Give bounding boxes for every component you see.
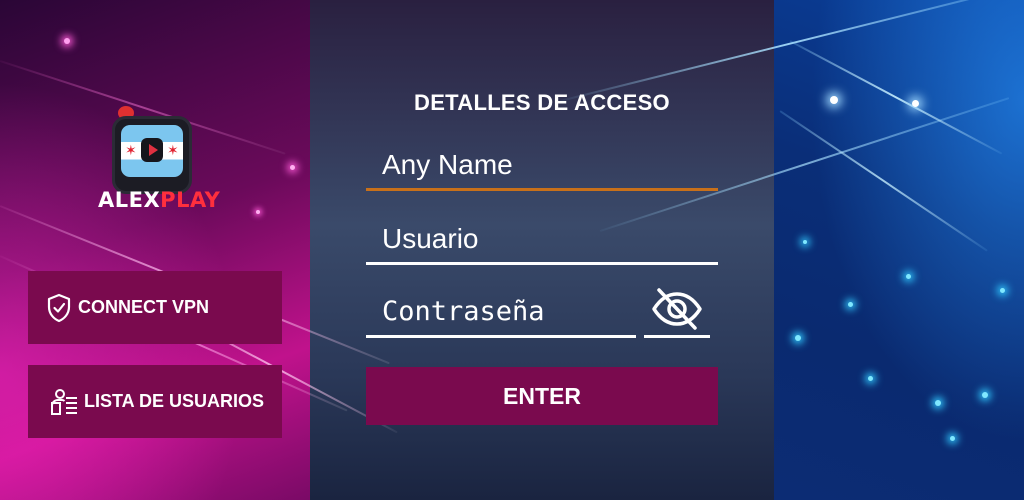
name-input[interactable] [366, 143, 718, 187]
username-input[interactable] [366, 217, 718, 261]
connect-vpn-button[interactable]: CONNECT VPN [28, 271, 282, 344]
logo-tv-icon: ✶ ✶ [112, 116, 192, 194]
sparkle-dot [795, 335, 801, 341]
password-field [366, 289, 636, 333]
sparkle-dot [950, 436, 955, 441]
sparkle-dot [64, 38, 70, 44]
logo-flag-screen: ✶ ✶ [121, 125, 183, 177]
connect-vpn-label: CONNECT VPN [78, 297, 210, 317]
sparkle-dot [830, 96, 838, 104]
name-underline [366, 188, 718, 191]
sparkle-dot [868, 376, 873, 381]
logo-play-icon [141, 138, 163, 162]
users-list-icon [51, 388, 77, 415]
logo-wordmark-white: ALEX [98, 188, 161, 212]
logo-wordmark: ALEXPLAY [98, 188, 220, 212]
enter-button[interactable]: ENTER [366, 367, 718, 425]
password-underline [366, 335, 636, 338]
eye-off-icon [652, 288, 702, 330]
username-field [366, 217, 718, 261]
shield-check-icon [47, 293, 71, 322]
sparkle-dot [982, 392, 988, 398]
app-logo: ✶ ✶ ALEXPLAY [98, 104, 220, 216]
logo-wordmark-red: PLAY [160, 188, 221, 212]
name-field [366, 143, 718, 187]
logo-star-icon: ✶ [125, 142, 137, 158]
page-title: DETALLES DE ACCESO [414, 90, 670, 115]
sparkle-dot [1000, 288, 1005, 293]
sparkle-dot [935, 400, 941, 406]
toggle-password-button[interactable] [644, 282, 710, 336]
sparkle-dot [290, 165, 295, 170]
username-underline [366, 262, 718, 265]
sparkle-dot [848, 302, 853, 307]
logo-star-icon: ✶ [167, 142, 179, 158]
sparkle-dot [912, 100, 919, 107]
sparkle-dot [906, 274, 911, 279]
sparkle-dot [803, 240, 807, 244]
user-list-button[interactable]: LISTA DE USUARIOS [28, 365, 282, 438]
sparkle-dot [256, 210, 260, 214]
password-input[interactable] [366, 289, 636, 333]
password-toggle-underline [644, 335, 710, 338]
user-list-label: LISTA DE USUARIOS [84, 391, 265, 411]
